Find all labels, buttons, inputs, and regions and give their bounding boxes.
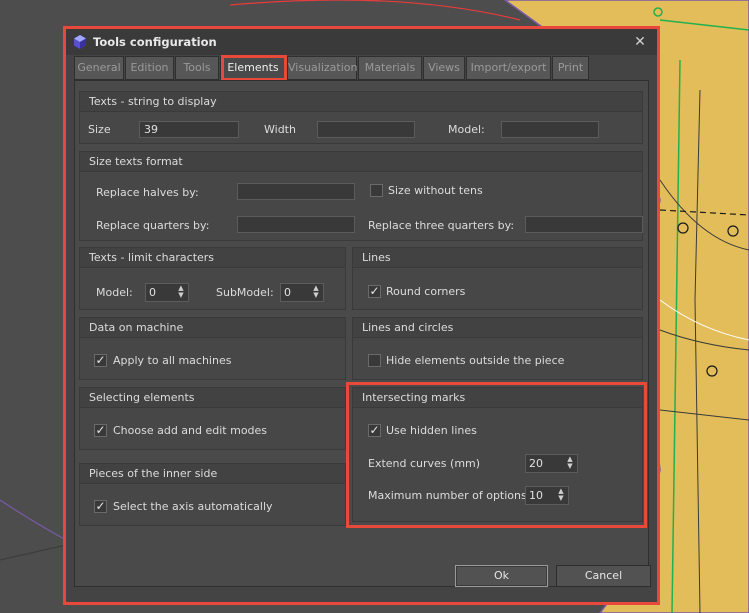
lines-group: Lines ✓ Round corners [352, 247, 643, 310]
group-title: Data on machine [80, 318, 345, 338]
dialog-title: Tools configuration [93, 35, 217, 49]
quarters-input[interactable] [237, 216, 355, 233]
limit-submodel-value: 0 [284, 286, 291, 299]
size-label: Size [88, 123, 111, 136]
limit-model-value: 0 [149, 286, 156, 299]
select-axis-checkbox[interactable]: ✓ [94, 500, 107, 513]
tab-tools[interactable]: Tools [175, 56, 219, 80]
round-corners-label: Round corners [386, 285, 466, 298]
lines-circles-group: Lines and circles Hide elements outside … [352, 317, 643, 380]
app-logo-icon [74, 35, 86, 49]
choose-modes-label: Choose add and edit modes [113, 424, 268, 437]
group-title: Lines [353, 248, 642, 268]
data-machine-group: Data on machine ✓ Apply to all machines [79, 317, 346, 380]
texts-display-group: Texts - string to display Size 39 Width … [79, 91, 643, 144]
tab-views[interactable]: Views [423, 56, 465, 80]
apply-all-machines-checkbox[interactable]: ✓ [94, 354, 107, 367]
close-icon[interactable]: ✕ [629, 33, 651, 51]
group-title: Size texts format [80, 152, 642, 172]
hide-outside-label: Hide elements outside the piece [386, 354, 565, 367]
group-title: Selecting elements [80, 388, 345, 408]
limit-characters-group: Texts - limit characters Model: 0 ▲ ▼ Sub… [79, 247, 346, 310]
size-input[interactable]: 39 [139, 121, 239, 138]
quarters-label: Replace quarters by: [96, 219, 210, 232]
max-options-value: 10 [529, 489, 543, 502]
model-input[interactable] [501, 121, 599, 138]
extend-curves-label: Extend curves (mm) [368, 457, 481, 470]
group-title: Texts - string to display [80, 92, 642, 112]
max-options-label: Maximum number of options: [368, 489, 531, 502]
group-title: Texts - limit characters [80, 248, 345, 268]
hide-outside-checkbox[interactable] [368, 354, 381, 367]
halves-input[interactable] [237, 183, 355, 200]
width-label: Width [264, 123, 296, 136]
three-quarters-label: Replace three quarters by: [368, 219, 515, 232]
tab-edition[interactable]: Edition [125, 56, 174, 80]
cancel-button[interactable]: Cancel [556, 565, 651, 587]
select-axis-label: Select the axis automatically [113, 500, 273, 513]
group-title: Pieces of the inner side [80, 464, 345, 484]
intersecting-marks-group: Intersecting marks ✓ Use hidden lines Ex… [352, 387, 643, 522]
inner-side-group: Pieces of the inner side ✓ Select the ax… [79, 463, 346, 526]
limit-submodel-spinner[interactable]: 0 ▲ ▼ [280, 283, 324, 302]
elements-tab-panel: Texts - string to display Size 39 Width … [74, 80, 649, 587]
tab-print[interactable]: Print [552, 56, 589, 80]
spinner-arrows-icon[interactable]: ▲ ▼ [555, 488, 567, 503]
selecting-elements-group: Selecting elements ✓ Choose add and edit… [79, 387, 346, 450]
limit-submodel-label: SubModel: [216, 286, 274, 299]
tab-general[interactable]: General [74, 56, 124, 80]
size-format-group: Size texts format Replace halves by: Siz… [79, 151, 643, 241]
tools-configuration-dialog: Tools configuration ✕ General Edition To… [63, 26, 660, 605]
model-label: Model: [448, 123, 485, 136]
round-corners-checkbox[interactable]: ✓ [368, 285, 381, 298]
group-title: Intersecting marks [353, 388, 642, 408]
spinner-arrows-icon[interactable]: ▲ ▼ [564, 456, 576, 471]
tab-elements[interactable]: Elements [220, 56, 286, 80]
tab-materials[interactable]: Materials [358, 56, 422, 80]
choose-modes-checkbox[interactable]: ✓ [94, 424, 107, 437]
hidden-lines-label: Use hidden lines [386, 424, 477, 437]
group-title: Lines and circles [353, 318, 642, 338]
spinner-arrows-icon[interactable]: ▲ ▼ [310, 285, 322, 300]
limit-model-spinner[interactable]: 0 ▲ ▼ [145, 283, 189, 302]
apply-all-machines-label: Apply to all machines [113, 354, 232, 367]
tab-import-export[interactable]: Import/export [466, 56, 551, 80]
size-without-tens-label: Size without tens [388, 184, 483, 197]
three-quarters-input[interactable] [525, 216, 643, 233]
tab-visualization[interactable]: Visualization [287, 56, 357, 80]
limit-model-label: Model: [96, 286, 133, 299]
extend-curves-value: 20 [529, 457, 543, 470]
extend-curves-spinner[interactable]: 20 ▲ ▼ [525, 454, 578, 473]
spinner-arrows-icon[interactable]: ▲ ▼ [175, 285, 187, 300]
max-options-spinner[interactable]: 10 ▲ ▼ [525, 486, 569, 505]
ok-button[interactable]: Ok [455, 565, 548, 587]
size-without-tens-checkbox[interactable] [370, 184, 383, 197]
title-bar[interactable]: Tools configuration ✕ [66, 29, 657, 55]
width-input[interactable] [317, 121, 415, 138]
hidden-lines-checkbox[interactable]: ✓ [368, 424, 381, 437]
halves-label: Replace halves by: [96, 186, 199, 199]
